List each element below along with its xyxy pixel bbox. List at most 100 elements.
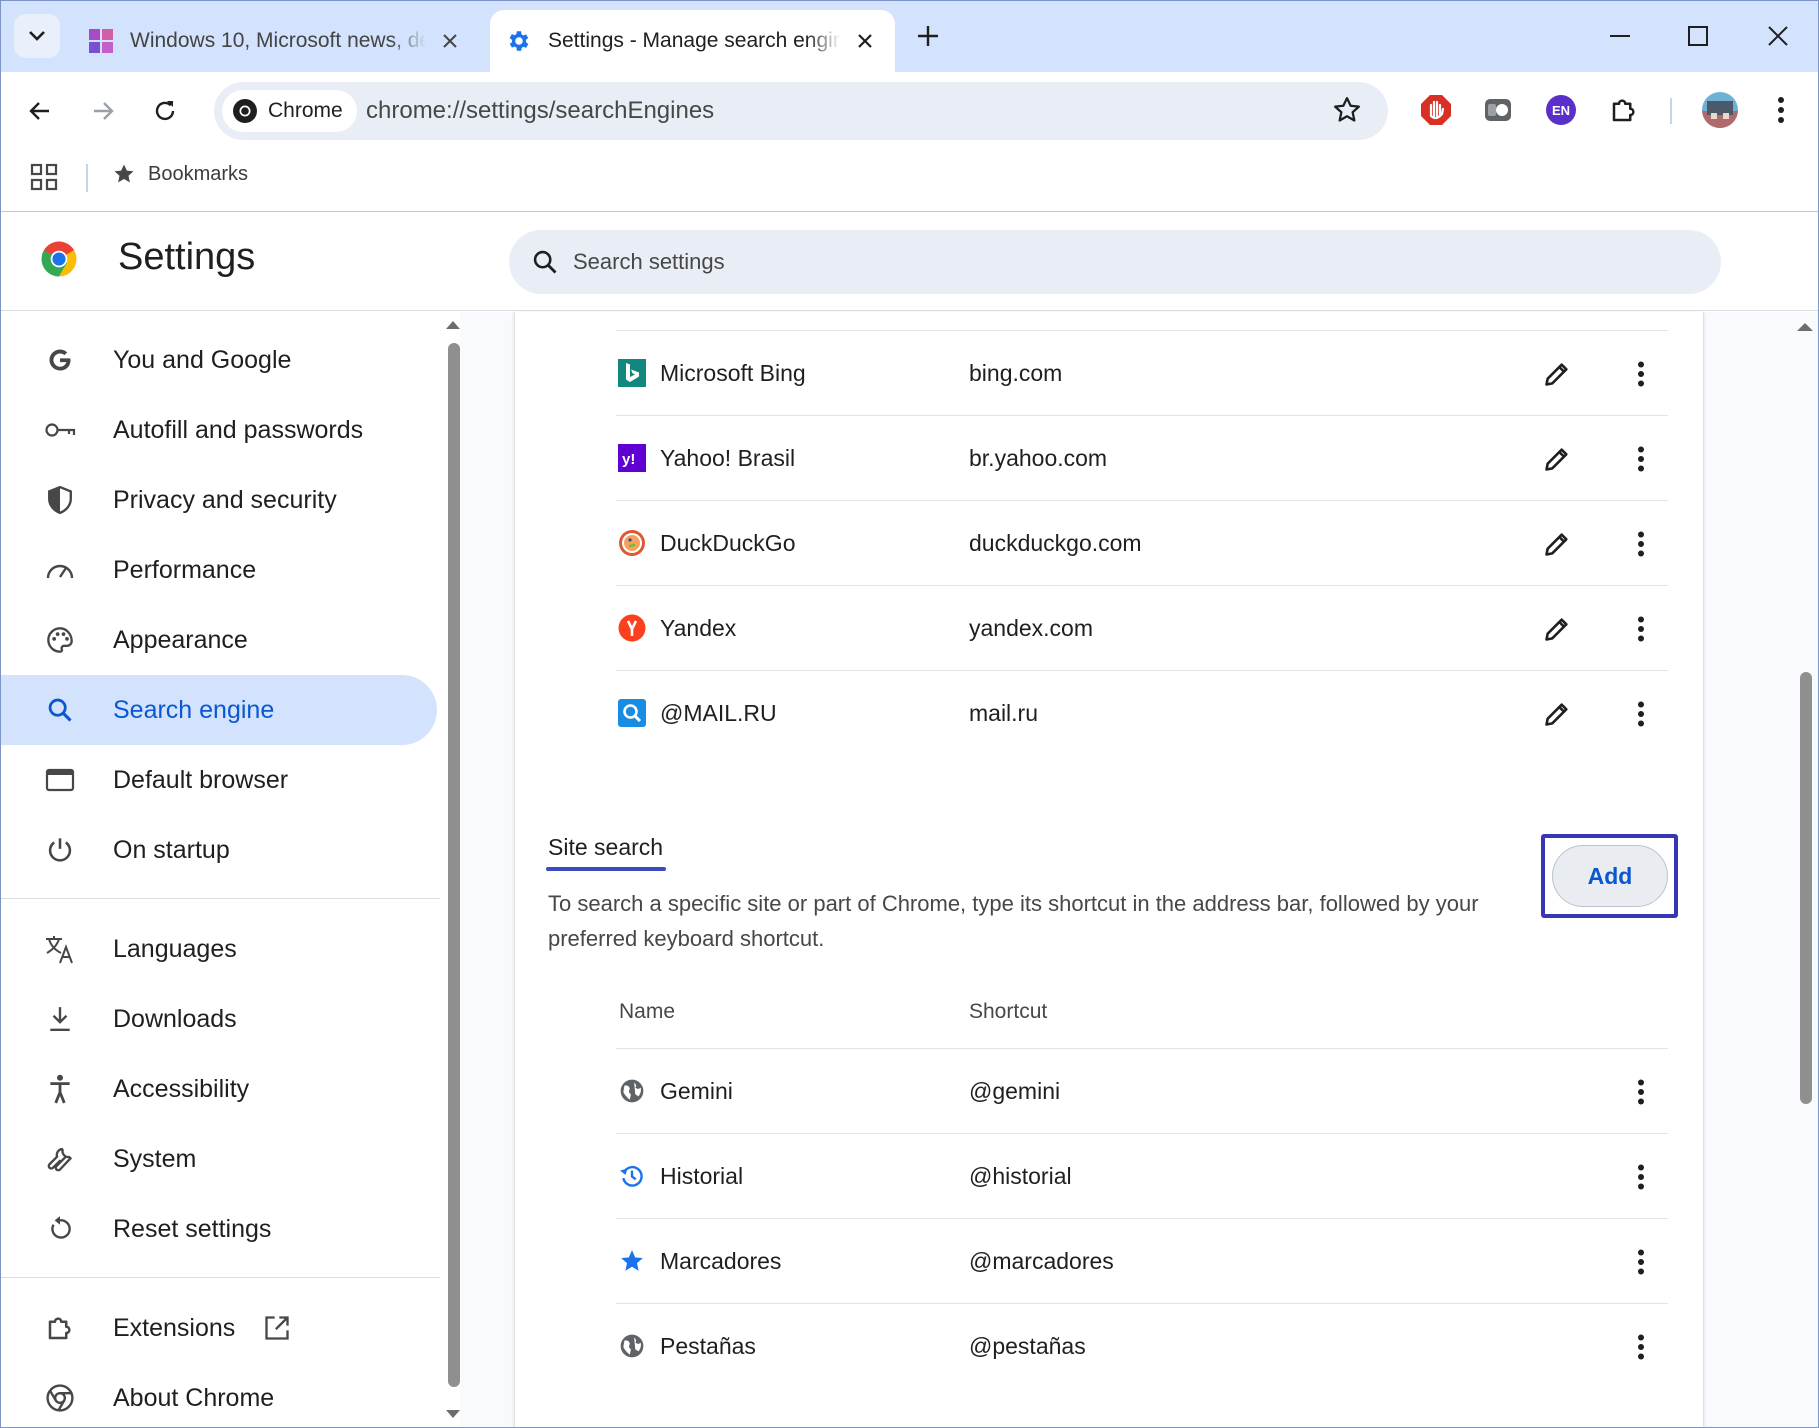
sidebar-item-performance[interactable]: Performance (0, 535, 437, 605)
sidebar-item-appearance[interactable]: Appearance (0, 605, 437, 675)
more-vert-icon[interactable] (1620, 353, 1662, 395)
sidebar-item-on-startup[interactable]: On startup (0, 815, 437, 885)
address-bar[interactable]: Chrome chrome://settings/searchEngines (214, 82, 1388, 140)
scroll-up-arrow-icon (446, 321, 460, 329)
scroll-down-arrow-icon (446, 1410, 460, 1418)
bookmark-star-icon[interactable] (1332, 95, 1362, 130)
toggle-extension-icon[interactable] (1480, 92, 1516, 128)
scroll-up-arrow-icon[interactable] (1797, 318, 1813, 336)
star-icon (618, 1247, 646, 1275)
more-menu-icon[interactable] (1763, 92, 1799, 128)
edit-pencil-icon[interactable] (1536, 608, 1578, 650)
settings-header: Settings Search settings (0, 212, 1819, 311)
apps-grid-icon[interactable] (30, 163, 58, 196)
sidebar-item-label: Appearance (113, 625, 248, 654)
engine-keyword: yandex.com (969, 615, 1094, 641)
gear-icon (506, 28, 532, 54)
sidebar-item-default-browser[interactable]: Default browser (0, 745, 437, 815)
close-tab-icon[interactable] (436, 27, 464, 55)
more-vert-icon[interactable] (1620, 438, 1662, 480)
arrow-right-icon (94, 102, 114, 120)
stop-hand-icon[interactable] (1418, 92, 1454, 128)
close-tab-icon[interactable] (851, 27, 879, 55)
bookmarks-folder[interactable]: Bookmarks (112, 162, 248, 186)
sidebar-item-label: On startup (113, 835, 230, 864)
sidebar-item-reset[interactable]: Reset settings (0, 1194, 437, 1264)
sidebar-item-you-and-google[interactable]: You and Google (0, 325, 437, 395)
tab-settings[interactable]: Settings - Manage search engines (490, 10, 895, 72)
search-icon (44, 694, 76, 726)
more-vert-icon[interactable] (1620, 1326, 1662, 1368)
plus-icon (918, 26, 938, 46)
engine-keyword: duckduckgo.com (969, 530, 1142, 556)
edit-pencil-icon[interactable] (1536, 438, 1578, 480)
sidebar-item-downloads[interactable]: Downloads (0, 984, 437, 1054)
more-vert-icon[interactable] (1620, 1156, 1662, 1198)
sidebar-scroll-thumb[interactable] (448, 343, 460, 1387)
more-vert-icon[interactable] (1620, 693, 1662, 735)
svg-text:y!: y! (622, 451, 635, 468)
yandex-icon (618, 614, 646, 642)
more-vert-icon[interactable] (1620, 1241, 1662, 1283)
site-info-chip[interactable]: Chrome (222, 90, 357, 132)
sidebar-item-about-chrome[interactable]: About Chrome (0, 1363, 437, 1428)
main-scroll-thumb[interactable] (1800, 672, 1812, 1104)
search-icon (533, 250, 557, 274)
more-vert-icon[interactable] (1620, 523, 1662, 565)
page-title: Settings (118, 236, 256, 278)
sidebar-item-search-engine[interactable]: Search engine (0, 675, 437, 745)
forward-button[interactable] (80, 88, 126, 134)
maximize-icon (1688, 26, 1708, 46)
shield-icon (44, 484, 76, 516)
accessibility-icon (44, 1073, 76, 1105)
sidebar-item-languages[interactable]: Languages (0, 914, 437, 984)
maximize-button[interactable] (1668, 12, 1728, 60)
reset-icon (44, 1213, 76, 1245)
list-item: y! Yahoo! Brasil br.yahoo.com (616, 415, 1668, 500)
back-button[interactable] (17, 88, 63, 134)
chrome-icon (233, 99, 257, 123)
sidebar-item-label: Privacy and security (113, 485, 337, 514)
sidebar-item-label: Accessibility (113, 1074, 250, 1103)
tab-search-button[interactable] (14, 14, 60, 58)
more-vert-icon[interactable] (1620, 1071, 1662, 1113)
column-header-shortcut: Shortcut (969, 1000, 1048, 1023)
sidebar-item-label: Autofill and passwords (113, 415, 364, 444)
minimize-icon (1610, 35, 1630, 37)
sidebar-item-extensions[interactable]: Extensions (0, 1293, 437, 1363)
site-search-shortcut: @gemini (969, 1078, 1061, 1104)
avatar[interactable] (1698, 88, 1742, 132)
reload-button[interactable] (142, 88, 188, 134)
engine-name: Yandex (660, 615, 737, 641)
site-search-name: Gemini (660, 1078, 733, 1104)
sidebar-item-label: About Chrome (113, 1383, 275, 1412)
sidebar-item-label: System (113, 1144, 197, 1173)
puzzle-icon[interactable] (1606, 92, 1642, 128)
minimize-button[interactable] (1590, 12, 1650, 60)
history-icon (618, 1162, 646, 1190)
google-g-icon (44, 344, 76, 376)
bookmarks-bar: Bookmarks (0, 150, 1819, 212)
edit-pencil-icon[interactable] (1536, 693, 1578, 735)
sidebar-item-privacy[interactable]: Privacy and security (0, 465, 437, 535)
sidebar-item-label: Reset settings (113, 1214, 272, 1243)
site-search-shortcut: @historial (969, 1163, 1072, 1189)
tab-windows-news[interactable]: Windows 10, Microsoft news, deals (72, 10, 480, 72)
search-settings-input[interactable]: Search settings (509, 230, 1721, 294)
tab-title: Settings - Manage search engines (548, 29, 841, 52)
list-item: Yandex yandex.com (616, 585, 1668, 670)
key-icon (44, 414, 76, 446)
en-badge[interactable]: EN (1543, 92, 1579, 128)
new-tab-button[interactable] (908, 16, 948, 56)
sidebar-item-autofill[interactable]: Autofill and passwords (0, 395, 437, 465)
url-text[interactable]: chrome://settings/searchEngines (366, 82, 714, 140)
edit-pencil-icon[interactable] (1536, 523, 1578, 565)
sidebar-item-label: Extensions (113, 1313, 236, 1342)
add-site-search-button[interactable]: Add (1552, 845, 1668, 907)
sidebar-item-system[interactable]: System (0, 1124, 437, 1194)
more-vert-icon[interactable] (1620, 608, 1662, 650)
sidebar-item-accessibility[interactable]: Accessibility (0, 1054, 437, 1124)
close-window-button[interactable] (1748, 12, 1808, 60)
edit-pencil-icon[interactable] (1536, 353, 1578, 395)
reload-icon (155, 101, 175, 121)
